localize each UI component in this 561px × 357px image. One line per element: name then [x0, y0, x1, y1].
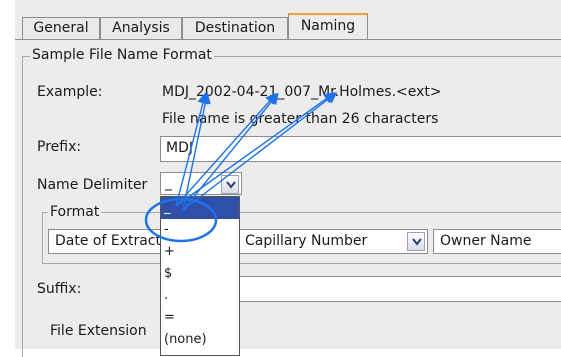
- delimiter-option[interactable]: .: [161, 285, 239, 307]
- suffix-label: Suffix:: [37, 281, 82, 297]
- group-title: Sample File Name Format: [30, 47, 214, 63]
- file-extension-label: File Extension: [50, 323, 147, 339]
- name-delimiter-select[interactable]: _: [160, 172, 242, 195]
- example-value: MDJ_2002-04-21_007_Mr.Holmes.<ext>: [162, 84, 442, 100]
- tab-analysis[interactable]: Analysis: [100, 17, 182, 39]
- suffix-input[interactable]: [236, 276, 561, 302]
- prefix-label: Prefix:: [37, 139, 82, 155]
- tab-general[interactable]: General: [22, 17, 100, 39]
- format-field-2-value: Capillary Number: [245, 233, 368, 249]
- name-delimiter-value: _: [165, 175, 172, 191]
- chevron-down-icon[interactable]: [407, 232, 425, 251]
- example-label: Example:: [37, 84, 103, 100]
- name-delimiter-label: Name Delimiter: [37, 177, 148, 193]
- delimiter-option[interactable]: +: [161, 241, 239, 263]
- tab-naming[interactable]: Naming: [288, 13, 368, 40]
- tab-strip-border: [15, 39, 561, 40]
- format-field-3-select[interactable]: Owner Name: [433, 229, 561, 254]
- delimiter-option[interactable]: _: [161, 197, 239, 219]
- format-title: Format: [48, 204, 102, 220]
- sample-file-name-format-group: [22, 56, 561, 357]
- name-delimiter-dropdown[interactable]: _ - + $. = (none): [160, 196, 240, 356]
- format-field-3-value: Owner Name: [440, 233, 532, 249]
- delimiter-option[interactable]: (none): [161, 329, 239, 351]
- tab-destination[interactable]: Destination: [182, 17, 288, 39]
- prefix-input[interactable]: MDJ: [160, 136, 561, 162]
- format-field-2-select[interactable]: Capillary Number: [238, 229, 428, 254]
- delimiter-option[interactable]: =: [161, 307, 239, 329]
- delimiter-option[interactable]: $: [161, 263, 239, 285]
- length-warning: File name is greater than 26 characters: [162, 111, 439, 127]
- chevron-down-icon[interactable]: [221, 175, 239, 194]
- delimiter-option[interactable]: -: [161, 219, 239, 241]
